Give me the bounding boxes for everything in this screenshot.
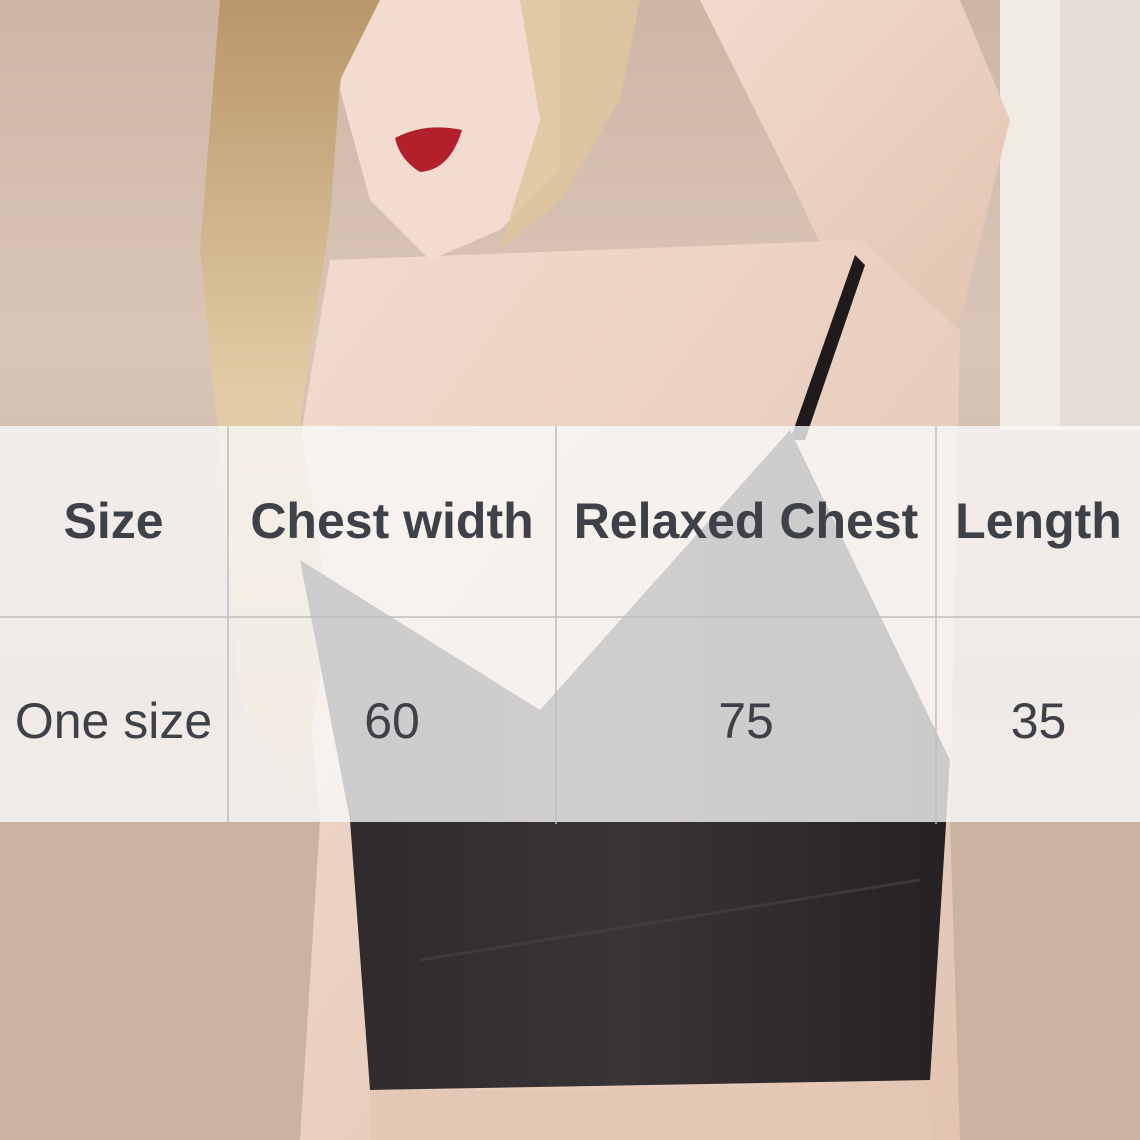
column-header-chest-width: Chest width (228, 426, 557, 618)
waist (370, 1090, 930, 1140)
cell-size: One size (0, 617, 229, 835)
table-row: One size 60 75 35 (0, 617, 1140, 835)
cell-chest-width: 60 (228, 617, 557, 835)
window-light (1060, 0, 1140, 430)
product-image: Size Chest width Relaxed Chest Length On… (0, 0, 1140, 1140)
column-header-relaxed-chest: Relaxed Chest (556, 426, 937, 618)
cell-length: 35 (1010, 693, 1067, 749)
size-chart-table: Size Chest width Relaxed Chest Length On… (0, 426, 1140, 846)
cell-relaxed-chest: 75 (556, 617, 937, 835)
column-header-size: Size (0, 426, 229, 618)
window-frame (1000, 0, 1060, 430)
column-header-length: Length (936, 426, 1140, 618)
table-header-row: Size Chest width Relaxed Chest Length (0, 426, 1140, 618)
